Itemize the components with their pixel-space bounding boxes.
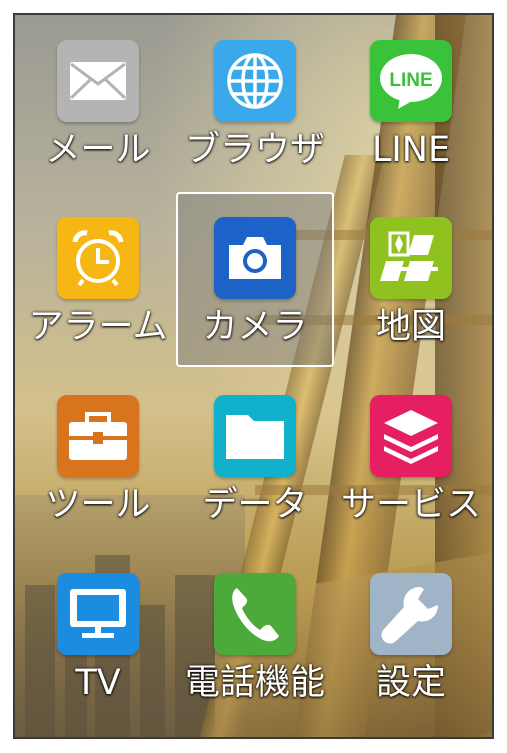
- app-label: データ: [202, 485, 308, 525]
- app-label: 電話機能: [184, 663, 325, 703]
- folder-icon: [214, 395, 296, 477]
- line-icon-text: LINE: [389, 70, 432, 91]
- app-tools[interactable]: ツール: [19, 370, 177, 545]
- app-label: ツール: [45, 485, 151, 525]
- app-grid: メール ブラウザ LINE LINE アラーム カメラ 地図 ツール データ サ…: [15, 15, 492, 737]
- app-services[interactable]: サービス: [332, 370, 490, 545]
- app-label: メール: [45, 130, 151, 170]
- home-screen: メール ブラウザ LINE LINE アラーム カメラ 地図 ツール データ サ…: [13, 13, 494, 739]
- app-settings[interactable]: 設定: [332, 548, 490, 723]
- app-map[interactable]: 地図: [332, 192, 490, 367]
- alarm-clock-icon: [57, 217, 139, 299]
- tv-icon: [57, 573, 139, 655]
- app-alarm[interactable]: アラーム: [19, 192, 177, 367]
- app-mail[interactable]: メール: [19, 15, 177, 190]
- app-label: アラーム: [28, 307, 168, 347]
- toolbox-icon: [57, 395, 139, 477]
- app-label: LINE: [371, 130, 451, 170]
- mail-icon: [57, 40, 139, 122]
- layers-icon: [370, 395, 452, 477]
- app-label: TV: [75, 663, 121, 703]
- map-icon: [370, 217, 452, 299]
- app-label: 設定: [375, 663, 446, 703]
- app-camera[interactable]: カメラ: [176, 192, 334, 367]
- app-label: ブラウザ: [184, 130, 325, 170]
- line-icon: LINE: [370, 40, 452, 122]
- app-line[interactable]: LINE LINE: [332, 15, 490, 190]
- phone-icon: [214, 573, 296, 655]
- app-phone[interactable]: 電話機能: [176, 548, 334, 723]
- globe-icon: [214, 40, 296, 122]
- app-label: 地図: [375, 307, 446, 347]
- app-browser[interactable]: ブラウザ: [176, 15, 334, 190]
- app-data[interactable]: データ: [176, 370, 334, 545]
- app-label: サービス: [340, 485, 481, 525]
- app-tv[interactable]: TV: [19, 548, 177, 723]
- camera-icon: [214, 217, 296, 299]
- app-label: カメラ: [202, 307, 308, 347]
- wrench-icon: [370, 573, 452, 655]
